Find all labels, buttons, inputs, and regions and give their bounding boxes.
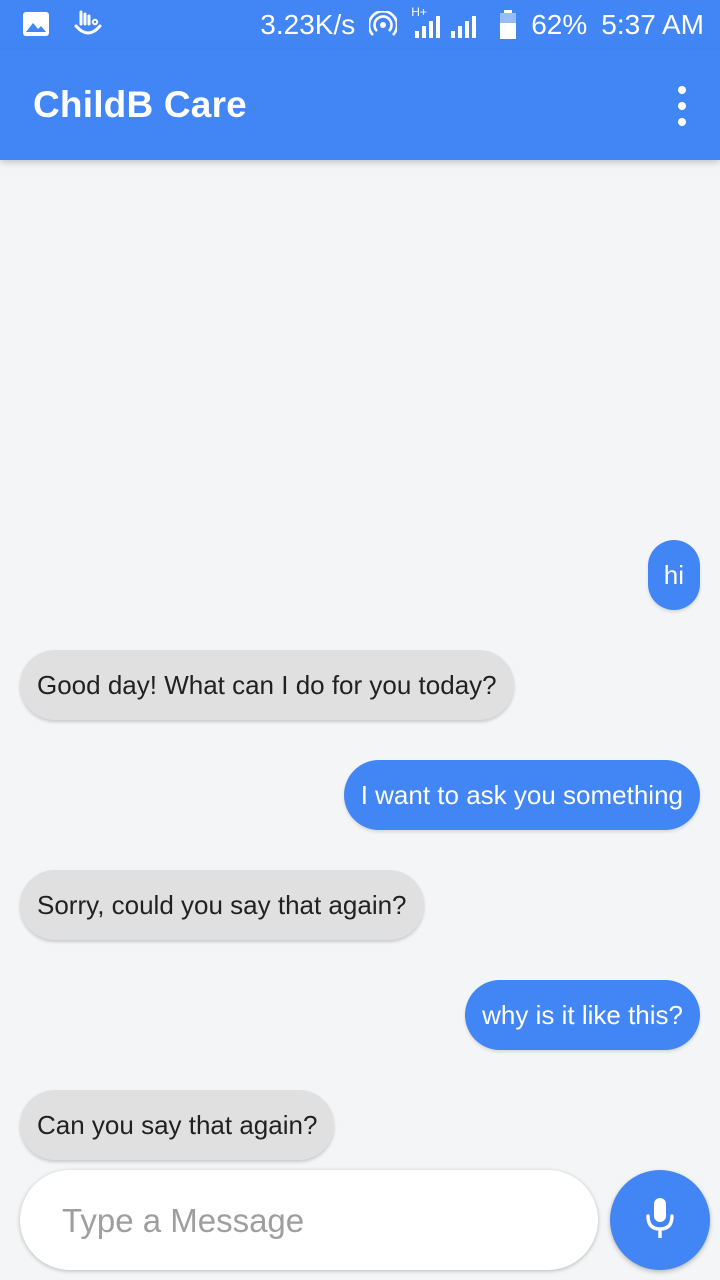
bot-message-bubble: Good day! What can I do for you today? bbox=[20, 650, 514, 720]
menu-dot bbox=[678, 86, 686, 94]
bot-message-bubble: Sorry, could you say that again? bbox=[20, 870, 424, 940]
message-input-container bbox=[20, 1170, 598, 1272]
app-bar: ChildB Care bbox=[0, 50, 720, 160]
more-vert-icon[interactable] bbox=[670, 86, 694, 126]
user-message-bubble: why is it like this? bbox=[465, 980, 700, 1050]
status-bar: 3.23K/s H+ 62% 5:37 AM bbox=[0, 0, 720, 50]
app-title: ChildB Care bbox=[33, 84, 247, 125]
status-bar-right: 3.23K/s H+ 62% 5:37 AM bbox=[260, 5, 704, 42]
mic-icon bbox=[643, 1196, 677, 1245]
bot-message-bubble: Can you say that again? bbox=[20, 1090, 335, 1160]
user-message-bubble: I want to ask you something bbox=[343, 760, 700, 830]
mic-button[interactable] bbox=[610, 1170, 710, 1270]
battery-icon bbox=[499, 10, 517, 40]
chat-message-list[interactable]: hi Good day! What can I do for you today… bbox=[0, 160, 720, 1170]
menu-dot bbox=[678, 102, 686, 110]
network-type-label: H+ bbox=[411, 5, 427, 19]
clock: 5:37 AM bbox=[601, 9, 704, 40]
message-input[interactable] bbox=[60, 1170, 574, 1272]
status-bar-left bbox=[22, 8, 104, 45]
touchpal-icon bbox=[72, 8, 104, 45]
hotspot-icon bbox=[369, 11, 398, 39]
menu-dot bbox=[678, 118, 686, 126]
battery-percent: 62% bbox=[531, 9, 588, 40]
signal-icon: H+ bbox=[411, 5, 485, 39]
user-message-bubble: hi bbox=[647, 540, 700, 610]
network-speed: 3.23K/s bbox=[260, 9, 356, 40]
image-icon bbox=[22, 11, 50, 42]
